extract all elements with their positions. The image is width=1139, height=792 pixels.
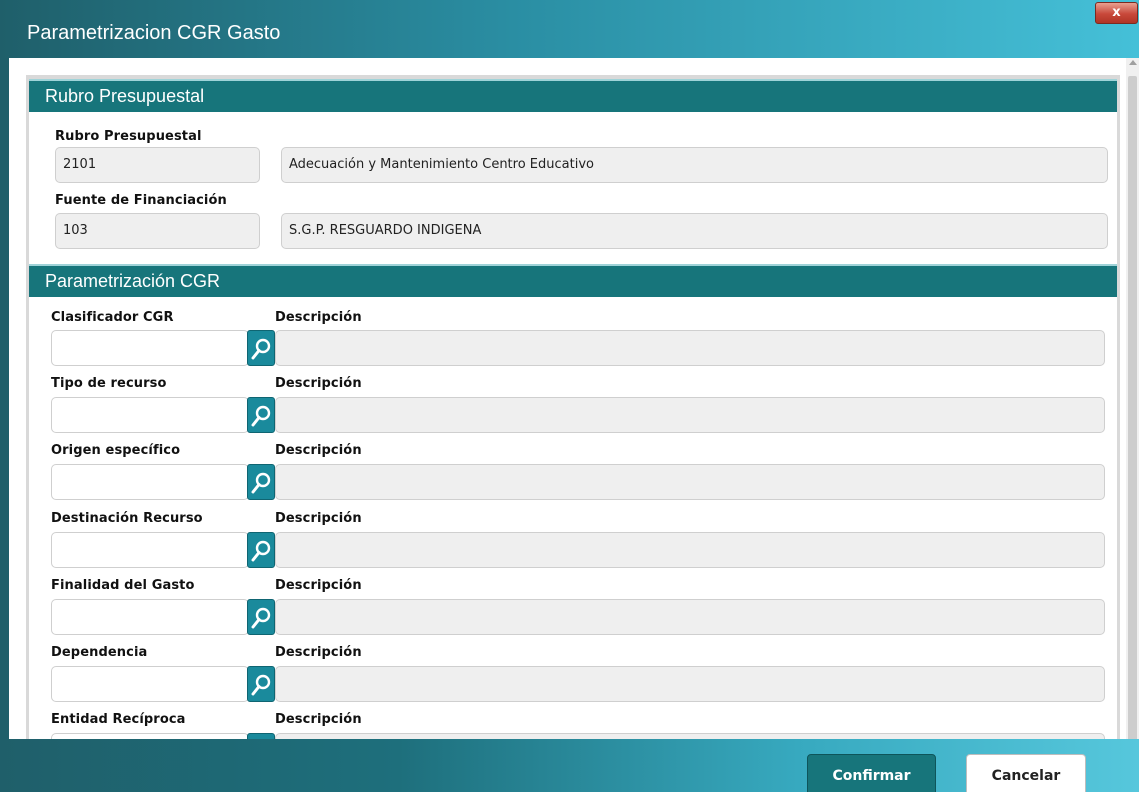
destinacion-label: Destinación Recurso [51,511,203,526]
dialog-title: Parametrizacion CGR Gasto [27,22,281,44]
search-icon [251,338,271,360]
close-button[interactable]: x [1095,2,1138,24]
finalidad-description [275,599,1105,635]
destinacion-input[interactable] [51,532,249,568]
origen-description [275,464,1105,500]
dependencia-desc-label: Descripción [275,645,362,660]
fuente-label: Fuente de Financiación [55,193,227,208]
origen-desc-label: Descripción [275,443,362,458]
search-icon [251,472,271,494]
finalidad-desc-label: Descripción [275,578,362,593]
title-bar[interactable]: Parametrizacion CGR Gasto x [0,0,1139,64]
tipo-recurso-input[interactable] [51,397,249,433]
dialog-window: Parametrizacion CGR Gasto x Rubro Presup… [0,0,1139,792]
fuente-description-field: S.G.P. RESGUARDO INDIGENA [281,213,1108,249]
dialog-footer: Confirmar Cancelar [0,739,1139,792]
tipo-recurso-search-button[interactable] [247,397,275,433]
finalidad-label: Finalidad del Gasto [51,578,195,593]
tipo-recurso-desc-label: Descripción [275,376,362,391]
close-icon: x [1112,5,1121,20]
dependencia-search-button[interactable] [247,666,275,702]
search-icon [251,540,271,562]
section-header-cgr: Parametrización CGR [29,264,1117,297]
tipo-recurso-label: Tipo de recurso [51,376,167,391]
origen-label: Origen específico [51,443,181,458]
rubro-description-field: Adecuación y Mantenimiento Centro Educat… [281,147,1108,183]
origen-search-button[interactable] [247,464,275,500]
search-icon [251,405,271,427]
clasificador-label: Clasificador CGR [51,310,174,325]
scroll-thumb[interactable] [1128,76,1137,746]
search-icon [251,607,271,629]
finalidad-input[interactable] [51,599,249,635]
entidad-reciproca-desc-label: Descripción [275,712,362,727]
rubro-code-field: 2101 [55,147,260,183]
tipo-recurso-description [275,397,1105,433]
destinacion-search-button[interactable] [247,532,275,568]
entidad-reciproca-label: Entidad Recíproca [51,712,186,727]
rubro-label: Rubro Presupuestal [55,129,202,144]
origen-input[interactable] [51,464,249,500]
destinacion-desc-label: Descripción [275,511,362,526]
finalidad-search-button[interactable] [247,599,275,635]
dependencia-label: Dependencia [51,645,148,660]
left-border [0,58,9,739]
clasificador-desc-label: Descripción [275,310,362,325]
clasificador-description [275,330,1105,366]
fuente-code-field: 103 [55,213,260,249]
clasificador-input[interactable] [51,330,249,366]
cancel-button[interactable]: Cancelar [966,754,1086,792]
clasificador-search-button[interactable] [247,330,275,366]
search-icon [251,674,271,696]
dialog-content: Rubro Presupuestal Rubro Presupuestal 21… [9,58,1126,739]
section-header-rubro: Rubro Presupuestal [29,79,1117,112]
vertical-scrollbar[interactable] [1126,58,1139,746]
destinacion-description [275,532,1105,568]
form-panel: Rubro Presupuestal Rubro Presupuestal 21… [29,79,1117,739]
scroll-up-icon[interactable] [1129,60,1137,65]
dependencia-description [275,666,1105,702]
dependencia-input[interactable] [51,666,249,702]
confirm-button[interactable]: Confirmar [807,754,936,792]
